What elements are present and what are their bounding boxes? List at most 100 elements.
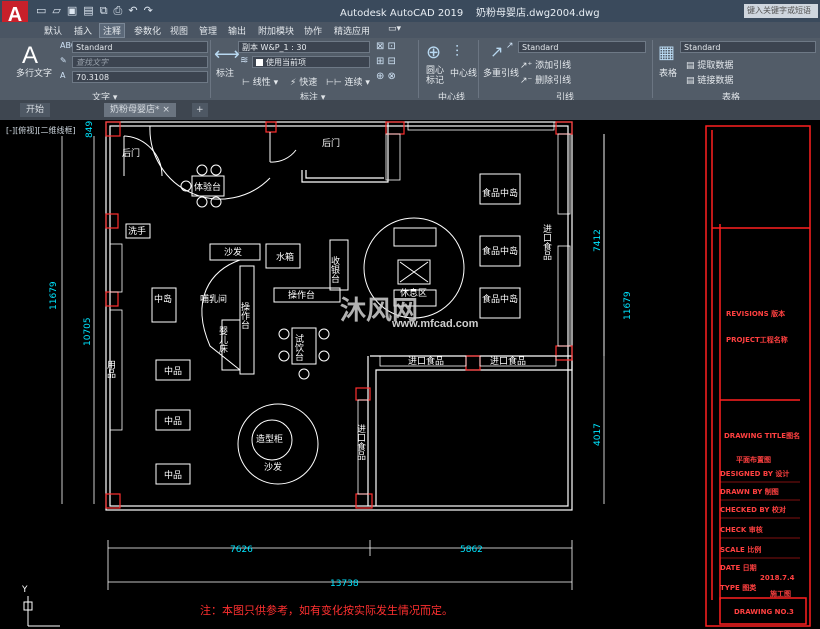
- print-icon[interactable]: ⎙: [114, 4, 123, 18]
- tb-revisions: REVISIONS 版本: [726, 309, 785, 318]
- web-mobile-icon[interactable]: ⧉: [100, 4, 108, 18]
- room-label: 进口食品: [541, 224, 552, 261]
- tb-drawing-no: DRAWING NO.3: [734, 608, 794, 616]
- open-file-icon[interactable]: ▱: [52, 4, 60, 18]
- dim-tool-3-icon[interactable]: ⊕ ⊗: [376, 71, 396, 82]
- close-tab-icon[interactable]: ×: [162, 105, 170, 115]
- room-label: 操作台: [288, 289, 315, 301]
- table-button[interactable]: 表格: [659, 66, 677, 79]
- drawing-canvas[interactable]: 后门 后门 体验台 沙发 水箱 收银台 操作台 中岛 哺乳间 操作台 婴儿床 试…: [0, 120, 820, 629]
- ucs-y-label: Y: [21, 585, 28, 595]
- document-tab-bar: 开始 奶粉母婴店* × +: [0, 100, 820, 120]
- tab-output[interactable]: 输出: [228, 24, 246, 37]
- room-label: 中品: [164, 365, 182, 377]
- dimension-text: 11679 10705 7412 11679 4017 7626 5862 13…: [49, 121, 633, 589]
- layer-icon: ≋: [240, 55, 249, 66]
- dim-right-top: 7412: [593, 229, 603, 252]
- quick-dim-button[interactable]: ⚡ 快速: [290, 75, 317, 88]
- room-label: 中品: [164, 469, 182, 481]
- tab-featured-apps[interactable]: 精选应用: [334, 24, 370, 37]
- tb-date-value: 2018.7.4: [760, 574, 795, 582]
- add-leader-button[interactable]: ↗⁺ 添加引线: [520, 58, 571, 71]
- room-label: 进口食品: [355, 424, 366, 461]
- continue-dim-button[interactable]: ⊢⊢ 连续 ▾: [326, 75, 370, 88]
- tab-addins[interactable]: 附加模块: [258, 24, 294, 37]
- text-height-icon: A: [60, 71, 66, 80]
- room-label: 中品: [164, 415, 182, 427]
- find-text-input[interactable]: 查找文字: [72, 56, 208, 68]
- ribbon: A 多行文字 ABC Standard ✎ 查找文字 A 70.3108 ⟷ 标…: [0, 38, 820, 100]
- multileader-button[interactable]: 多重引线: [483, 66, 519, 79]
- room-label: 用品: [105, 360, 116, 379]
- multileader-icon[interactable]: ↗: [490, 42, 503, 61]
- text-style-select[interactable]: Standard: [72, 41, 208, 53]
- quick-access-toolbar: ▭ ▱ ▣ ▤ ⧉ ⎙ ↶ ↷: [36, 4, 153, 18]
- dim-layer-select[interactable]: 使用当前项: [252, 56, 370, 68]
- dim-right-total: 11679: [623, 291, 633, 320]
- centerline-icon[interactable]: ⫶: [455, 42, 459, 62]
- panel-divider: [652, 40, 653, 98]
- dim-top-small: 849: [85, 121, 95, 138]
- search-input[interactable]: 键入关键字或短语: [744, 4, 818, 18]
- tb-type: TYPE 图类: [720, 583, 757, 592]
- leader-style-select[interactable]: Standard: [518, 41, 646, 53]
- tb-date: DATE 日期: [720, 563, 757, 572]
- tab-current-drawing[interactable]: 奶粉母婴店* ×: [104, 103, 176, 117]
- title-block-text: REVISIONS 版本 PROJECT工程名称 DRAWING TITLE图名…: [720, 309, 800, 616]
- tab-start[interactable]: 开始: [20, 103, 51, 117]
- table-icon[interactable]: ▦: [658, 42, 675, 63]
- room-label: 沙发: [224, 246, 242, 258]
- dim-tool-2-icon[interactable]: ⊞ ⊟: [376, 56, 396, 67]
- dim-bottom-b: 5862: [460, 545, 483, 555]
- viewport-controls[interactable]: [-][俯视][二维线框]: [6, 125, 76, 136]
- extract-data-button[interactable]: ▤ 提取数据: [686, 58, 733, 71]
- center-mark-icon[interactable]: ⊕: [426, 42, 441, 63]
- center-mark-button[interactable]: 圆心标记: [426, 66, 448, 86]
- room-label: 试饮台: [293, 333, 304, 362]
- multiline-text-button[interactable]: 多行文字: [16, 66, 52, 79]
- linear-dim-button[interactable]: ⊢ 线性 ▾: [242, 75, 278, 88]
- tab-manage[interactable]: 管理: [199, 24, 217, 37]
- remove-leader-button[interactable]: ↗⁻ 删除引线: [520, 73, 571, 86]
- watermark-url: www.mfcad.com: [392, 318, 479, 330]
- room-label: 洗手: [128, 225, 146, 237]
- centerline-button[interactable]: 中心线: [450, 66, 477, 79]
- dim-bottom-total: 13738: [330, 579, 359, 589]
- dim-tool-1-icon[interactable]: ⊠ ⊡: [376, 41, 396, 52]
- dim-right-bottom: 4017: [593, 423, 603, 446]
- new-file-icon[interactable]: ▭: [36, 4, 46, 18]
- leader-style-icon: ↗: [506, 41, 514, 51]
- ribbon-tab-bar: 默认 插入 注释 参数化 视图 管理 输出 附加模块 协作 精选应用 ▭▾: [0, 22, 820, 38]
- dim-left-height: 10705: [83, 317, 93, 346]
- layer-checkbox[interactable]: [256, 59, 263, 66]
- tab-collaborate[interactable]: 协作: [304, 24, 322, 37]
- room-label: 造型柜: [256, 433, 283, 445]
- new-tab-button[interactable]: +: [192, 103, 208, 117]
- link-data-button[interactable]: ▤ 链接数据: [686, 73, 733, 86]
- tb-checked: CHECKED BY 校对: [720, 505, 786, 514]
- room-labels: 后门 后门 体验台 沙发 水箱 收银台 操作台 中岛 哺乳间 操作台 婴儿床 试…: [105, 137, 552, 481]
- panel-divider: [210, 40, 211, 98]
- room-label: 操作台: [239, 301, 250, 330]
- tb-drawing-title: DRAWING TITLE图名: [724, 431, 800, 440]
- tab-default[interactable]: 默认: [44, 24, 62, 37]
- tab-parametric[interactable]: 参数化: [134, 24, 161, 37]
- ribbon-options-icon[interactable]: ▭▾: [388, 24, 401, 34]
- save-as-icon[interactable]: ▤: [83, 4, 93, 18]
- tab-view[interactable]: 视图: [170, 24, 188, 37]
- drawing-note: 注：本图只供参考，如有变化按实际发生情况而定。: [200, 603, 453, 617]
- redo-icon[interactable]: ↷: [144, 4, 153, 18]
- tab-annotate[interactable]: 注释: [99, 23, 126, 38]
- tb-type-value: 施工图: [770, 589, 791, 598]
- dimension-icon[interactable]: ⟷: [214, 44, 240, 65]
- table-style-select[interactable]: Standard: [680, 41, 816, 53]
- save-icon[interactable]: ▣: [67, 4, 77, 18]
- dimension-button[interactable]: 标注: [216, 66, 234, 79]
- undo-icon[interactable]: ↶: [128, 4, 137, 18]
- dim-style-select[interactable]: 副本 W&P_1 : 30: [238, 41, 370, 53]
- panel-divider: [478, 40, 479, 98]
- room-label: 沙发: [264, 461, 282, 473]
- room-label: 进口食品: [490, 355, 526, 367]
- text-height-select[interactable]: 70.3108: [72, 71, 208, 83]
- tab-insert[interactable]: 插入: [74, 24, 92, 37]
